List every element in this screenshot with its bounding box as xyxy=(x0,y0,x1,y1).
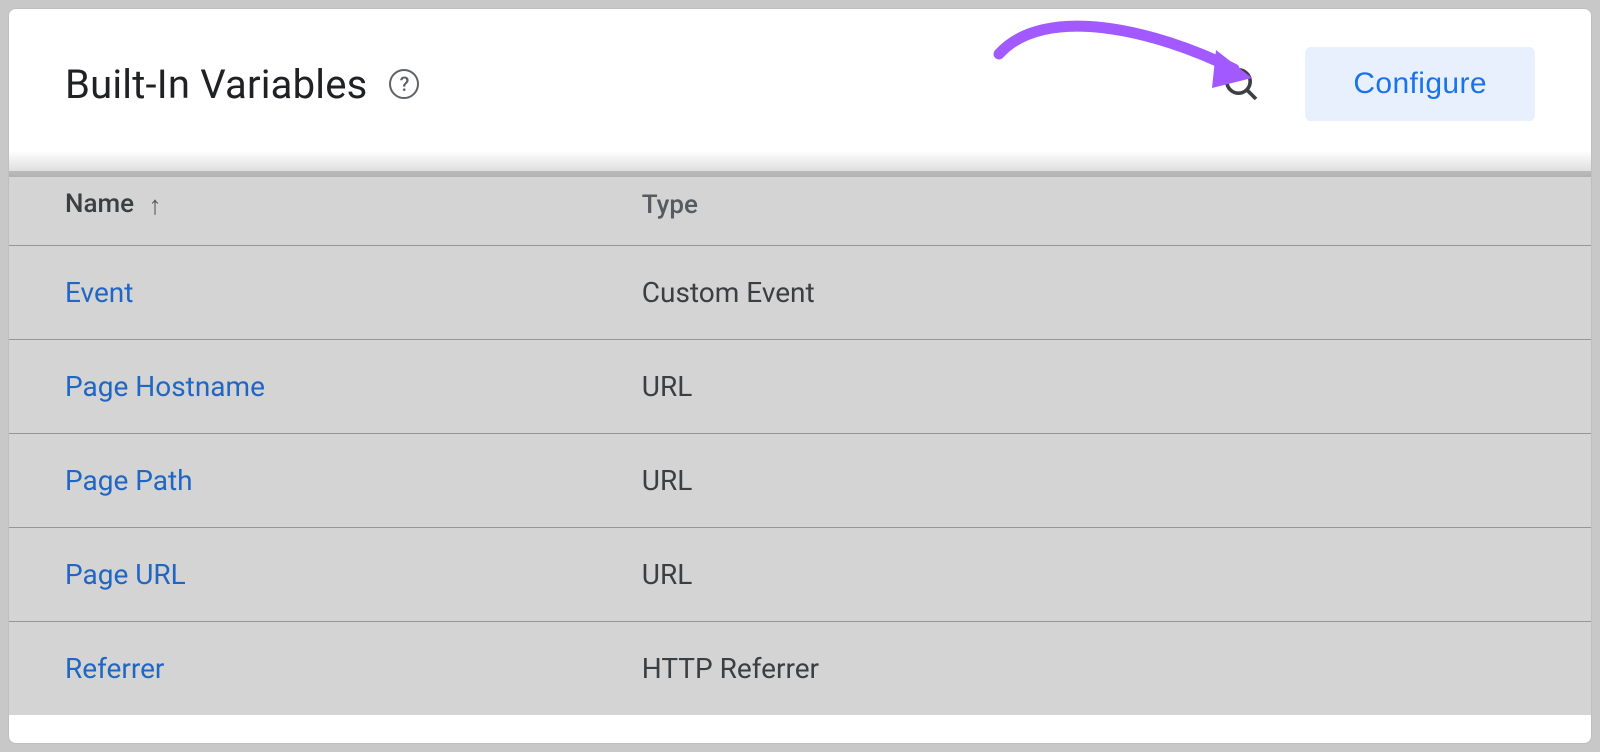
table-row[interactable]: Page Hostname URL xyxy=(9,339,1591,433)
variable-link[interactable]: Page URL xyxy=(65,558,186,591)
col-header-name[interactable]: Name ↑ xyxy=(9,171,642,245)
table-row[interactable]: Referrer HTTP Referrer xyxy=(9,621,1591,715)
variable-link[interactable]: Page Hostname xyxy=(65,370,265,403)
col-header-name-label: Name xyxy=(65,189,134,219)
variable-type: URL xyxy=(642,527,1591,621)
col-header-type[interactable]: Type xyxy=(642,171,1591,245)
variable-link[interactable]: Event xyxy=(65,276,133,309)
help-icon[interactable]: ? xyxy=(389,69,419,99)
variable-type: URL xyxy=(642,433,1591,527)
variables-table-body: Event Custom Event Page Hostname URL Pag… xyxy=(9,245,1591,715)
table-row[interactable]: Event Custom Event xyxy=(9,245,1591,339)
variables-table: Name ↑ Type Event Custom Event Page Host… xyxy=(9,171,1591,715)
variables-table-wrap: Name ↑ Type Event Custom Event Page Host… xyxy=(9,171,1591,715)
variable-type: Custom Event xyxy=(642,245,1591,339)
search-icon[interactable] xyxy=(1217,60,1265,108)
panel-header: Built-In Variables ? Configure xyxy=(9,9,1591,171)
table-row[interactable]: Page URL URL xyxy=(9,527,1591,621)
variable-type: URL xyxy=(642,339,1591,433)
builtin-variables-panel: Built-In Variables ? Configure Name ↑ xyxy=(8,8,1592,744)
variable-link[interactable]: Referrer xyxy=(65,652,164,685)
table-row[interactable]: Page Path URL xyxy=(9,433,1591,527)
table-header-row: Name ↑ Type xyxy=(9,171,1591,245)
panel-title: Built-In Variables xyxy=(65,61,367,108)
col-header-type-label: Type xyxy=(642,190,698,220)
configure-button[interactable]: Configure xyxy=(1305,47,1535,121)
variable-type: HTTP Referrer xyxy=(642,621,1591,715)
sort-asc-icon: ↑ xyxy=(149,191,162,221)
variable-link[interactable]: Page Path xyxy=(65,464,193,497)
